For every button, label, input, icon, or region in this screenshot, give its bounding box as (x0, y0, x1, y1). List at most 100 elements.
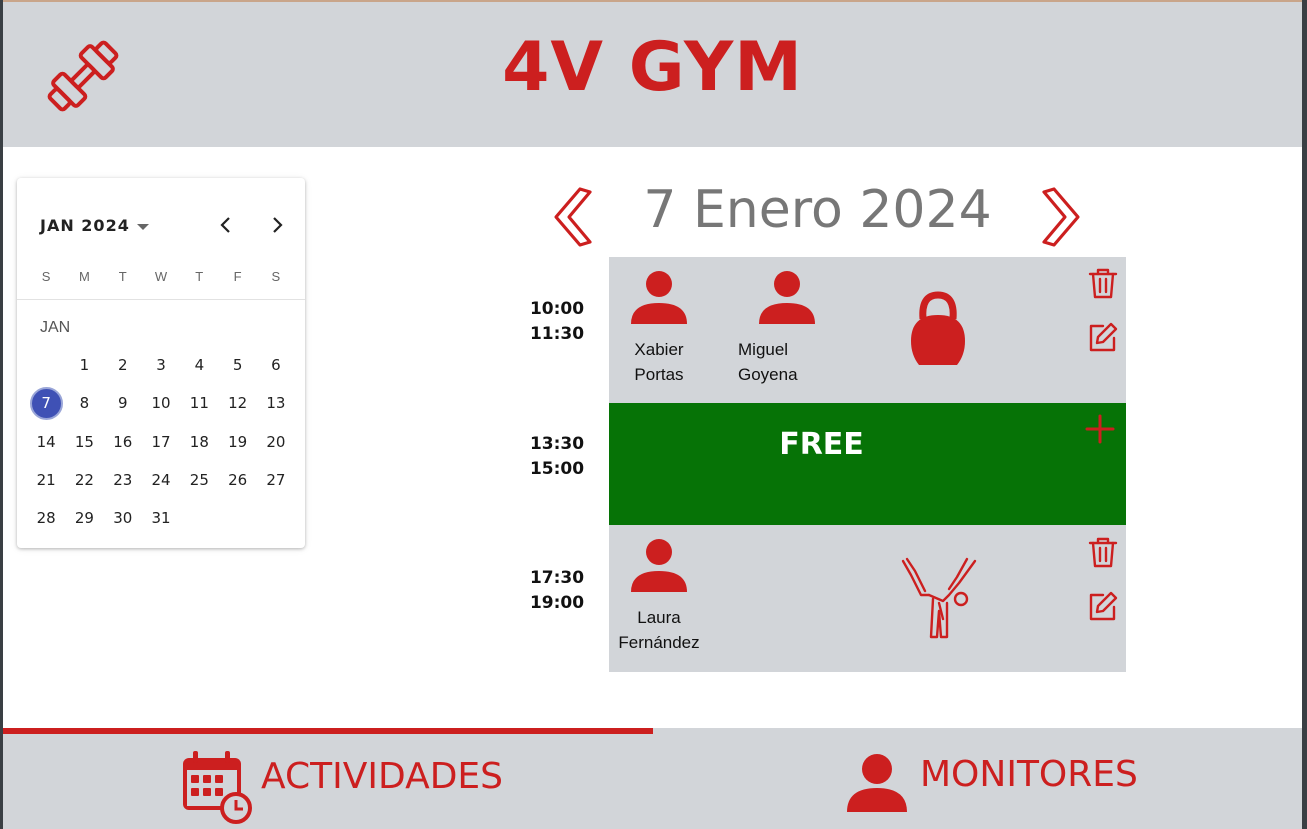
edit-pencil-icon[interactable] (1087, 590, 1119, 622)
monitor-name: Xabier Portas (609, 337, 709, 387)
slot-end-time: 19:00 (529, 593, 585, 613)
calendar-day[interactable]: 3 (142, 346, 180, 384)
calendar-day[interactable]: 20 (257, 423, 295, 461)
calendar-day[interactable]: 31 (142, 499, 180, 537)
schedule-date-title: 7 Enero 2024 (643, 180, 992, 240)
calendar-day[interactable]: 23 (104, 461, 142, 499)
tab-monitores[interactable]: MONITORES (653, 728, 1302, 829)
calendar-day[interactable]: 24 (142, 461, 180, 499)
weekday-header: W (154, 269, 168, 284)
calendar-day-number: 25 (189, 471, 209, 490)
caret-down-icon[interactable] (137, 224, 149, 230)
calendar-day-number: 19 (228, 432, 248, 451)
schedule-slot: Xabier Portas Miguel Goyena (609, 257, 1126, 403)
kettlebell-icon (911, 291, 965, 365)
calendar-day[interactable]: 16 (104, 423, 142, 461)
calendar-month-selector[interactable]: JAN 2024 (40, 216, 130, 235)
calendar-day-number: 10 (151, 394, 171, 413)
calendar-day-grid: 1 2 3 4 5 6 7 8 9 10 11 12 13 14 15 16 17 18 19 20 21 22 23 24 2… (27, 346, 295, 537)
calendar-day[interactable]: 19 (218, 423, 256, 461)
calendar-day[interactable]: 29 (65, 499, 103, 537)
edit-pencil-icon[interactable] (1087, 321, 1119, 353)
weekday-header: S (271, 269, 281, 284)
calendar-day-number: 1 (79, 356, 90, 375)
calendar-day-number: 14 (36, 432, 56, 451)
calendar-day[interactable]: 9 (104, 384, 142, 422)
calendar-day-number: 20 (266, 432, 286, 451)
calendar-prev-month-button[interactable] (215, 214, 237, 236)
monitor-name: Miguel Goyena (737, 337, 837, 387)
monitor-last-name: Goyena (738, 365, 798, 384)
calendar-day[interactable]: 15 (65, 423, 103, 461)
calendar-day[interactable]: 26 (218, 461, 256, 499)
weekday-header: M (79, 269, 90, 284)
calendar-day[interactable]: 28 (27, 499, 65, 537)
calendar-day[interactable]: 2 (104, 346, 142, 384)
next-day-button[interactable] (1040, 186, 1084, 248)
calendar-day-number: 27 (266, 471, 286, 490)
calendar-day-number: 3 (156, 356, 166, 375)
calendar-next-month-button[interactable] (266, 214, 288, 236)
calendar-day-number: 17 (151, 432, 171, 451)
person-icon (631, 539, 687, 592)
calendar-day[interactable]: 7 (27, 384, 65, 422)
calendar-day[interactable]: 10 (142, 384, 180, 422)
calendar-day[interactable]: 30 (104, 499, 142, 537)
calendar-day[interactable]: 13 (257, 384, 295, 422)
schedule-slot: Laura Fernández (609, 525, 1126, 672)
slot-time: 17:30 19:00 (515, 566, 599, 616)
calendar-day-number: 23 (113, 471, 133, 490)
calendar-day-number: 15 (74, 432, 94, 451)
calendar-day-number: 18 (189, 432, 209, 451)
tab-actividades[interactable]: ACTIVIDADES (3, 728, 653, 829)
calendar-day[interactable]: 11 (180, 384, 218, 422)
tab-monitores-label: MONITORES (920, 754, 1138, 795)
calendar-day-number: 24 (151, 471, 171, 490)
window-right-edge (1302, 0, 1307, 829)
calendar-day[interactable]: 6 (257, 346, 295, 384)
calendar-day-number: 29 (74, 509, 94, 528)
delete-trash-icon[interactable] (1087, 267, 1119, 299)
calendar-day[interactable]: 8 (65, 384, 103, 422)
person-icon (847, 754, 907, 812)
calendar-day[interactable]: 27 (257, 461, 295, 499)
calendar-day[interactable]: 18 (180, 423, 218, 461)
monitor-first-name: Miguel (738, 340, 789, 359)
previous-day-button[interactable] (550, 186, 594, 248)
monitor-last-name: Fernández (618, 633, 700, 652)
calendar-day-number: 4 (194, 356, 205, 375)
slot-time: 13:30 15:00 (515, 432, 599, 482)
delete-trash-icon[interactable] (1087, 536, 1119, 568)
weekday-header: F (233, 269, 242, 284)
calendar-day[interactable]: 1 (65, 346, 103, 384)
calendar-day-number: 28 (36, 509, 56, 528)
calendar-day[interactable]: 12 (218, 384, 256, 422)
calendar-day-number: 26 (228, 471, 248, 490)
bottom-navigation: ACTIVIDADES MONITORES (3, 728, 1302, 829)
calendar-day[interactable]: 17 (142, 423, 180, 461)
calendar-empty-cell (180, 499, 218, 537)
calendar-day-number: 6 (271, 356, 281, 375)
slot-start-time: 13:30 (529, 434, 585, 454)
calendar-day[interactable]: 25 (180, 461, 218, 499)
pilates-figure-icon (901, 557, 977, 639)
free-label: FREE (779, 427, 864, 462)
calendar-divider (17, 299, 305, 300)
slot-start-time: 10:00 (529, 299, 585, 319)
calendar-empty-cell (257, 499, 295, 537)
calendar-day-number: 12 (228, 394, 248, 413)
add-plus-icon[interactable] (1084, 413, 1116, 445)
calendar-day-number: 22 (74, 471, 94, 490)
calendar-day[interactable]: 5 (218, 346, 256, 384)
date-picker-calendar: JAN 2024 S M T W T F S JAN 1 2 3 4 5 6 7 8 9 10 11… (17, 178, 305, 548)
calendar-clock-icon (183, 751, 252, 824)
calendar-day[interactable]: 21 (27, 461, 65, 499)
slot-start-time: 17:30 (529, 568, 585, 588)
calendar-day[interactable]: 14 (27, 423, 65, 461)
calendar-day[interactable]: 22 (65, 461, 103, 499)
calendar-day-number: 21 (36, 471, 56, 490)
calendar-empty-cell (218, 499, 256, 537)
monitor-card: Miguel Goyena (737, 269, 837, 387)
person-icon (631, 271, 687, 324)
calendar-day[interactable]: 4 (180, 346, 218, 384)
